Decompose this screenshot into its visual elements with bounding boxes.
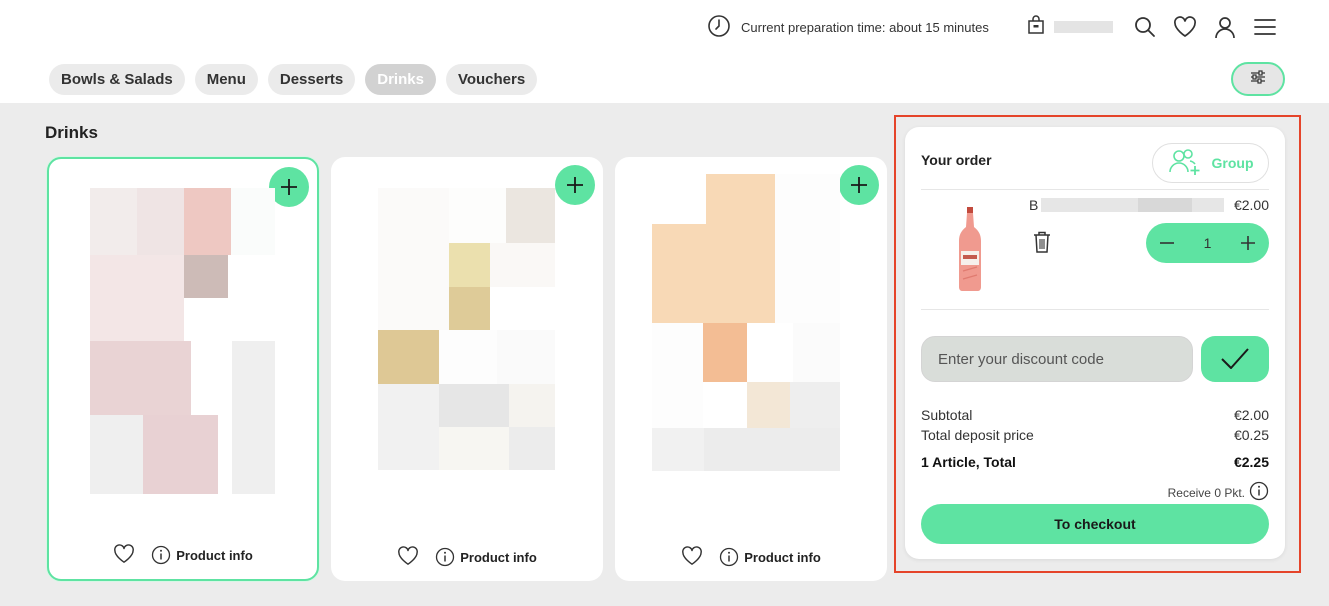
deposit-label: Total deposit price [921, 427, 1034, 443]
product-info-label: Product info [744, 549, 821, 565]
heart-icon[interactable] [1170, 12, 1200, 42]
trash-icon[interactable] [1033, 231, 1051, 258]
preparation-time: Current preparation time: about 15 minut… [707, 14, 989, 41]
shopping-bag-icon [1027, 14, 1045, 40]
info-icon [436, 547, 455, 567]
add-to-cart-button[interactable] [555, 165, 595, 205]
apply-discount-button[interactable] [1201, 336, 1269, 382]
plus-icon [851, 177, 867, 193]
subtotal-label: Subtotal [921, 407, 973, 423]
plus-icon [567, 177, 583, 193]
total-label: 1 Article, Total [921, 454, 1016, 470]
mini-cart-total [1054, 21, 1113, 33]
divider [921, 189, 1269, 190]
item-name-redacted [1041, 198, 1225, 212]
divider [921, 309, 1269, 310]
user-icon[interactable] [1210, 12, 1240, 42]
points-label: Receive 0 Pkt. [1167, 485, 1245, 500]
product-info-link[interactable]: Product info [151, 545, 253, 565]
plus-icon[interactable] [1239, 234, 1257, 252]
product-card[interactable]: Product info [615, 157, 887, 581]
sliders-icon [1250, 69, 1266, 89]
tab-bowls-salads[interactable]: Bowls & Salads [49, 64, 185, 95]
loyalty-points: Receive 0 Pkt. [1168, 481, 1269, 504]
add-group-icon [1168, 148, 1202, 179]
total-value: €2.25 [1233, 454, 1269, 470]
group-label: Group [1211, 155, 1254, 171]
card-footer: Product info [615, 545, 887, 569]
add-to-cart-button[interactable] [269, 167, 309, 207]
top-bar: Current preparation time: about 15 minut… [0, 0, 1329, 103]
order-title: Your order [921, 152, 992, 168]
info-icon[interactable] [1249, 481, 1269, 504]
favorite-heart-icon[interactable] [397, 545, 419, 569]
menu-icon[interactable] [1250, 12, 1280, 42]
deposit-value: €0.25 [1233, 427, 1269, 443]
card-footer: Product info [49, 543, 317, 567]
product-card[interactable]: Product info [331, 157, 603, 581]
group-order-button[interactable]: Group [1152, 143, 1269, 183]
checkmark-icon [1221, 348, 1249, 369]
subtotal-row: Subtotal €2.00 [921, 407, 1269, 423]
filter-button[interactable] [1231, 62, 1285, 96]
subtotal-value: €2.00 [1233, 407, 1269, 423]
product-info-link[interactable]: Product info [719, 547, 821, 567]
product-info-link[interactable]: Product info [435, 547, 537, 567]
minus-icon[interactable] [1158, 234, 1176, 252]
order-item-price: €2.00 [1233, 197, 1269, 213]
deposit-row: Total deposit price €0.25 [921, 427, 1269, 443]
plus-icon [281, 179, 297, 195]
checkout-button[interactable]: To checkout [921, 504, 1269, 544]
tab-vouchers[interactable]: Vouchers [445, 64, 538, 95]
section-title: Drinks [45, 123, 98, 142]
tab-desserts[interactable]: Desserts [267, 64, 356, 95]
category-tabs: Bowls & Salads Menu Desserts Drinks Vouc… [49, 64, 538, 95]
order-panel: Your order Group B €2.00 1 Enter your di… [905, 127, 1285, 559]
product-card[interactable]: Product info [47, 157, 319, 581]
clock-icon [707, 14, 731, 41]
discount-code-input[interactable] [921, 336, 1193, 382]
preparation-time-text: Current preparation time: about 15 minut… [741, 19, 989, 35]
card-footer: Product info [331, 545, 603, 569]
product-info-label: Product info [176, 547, 253, 563]
product-info-label: Product info [460, 549, 537, 565]
favorite-heart-icon[interactable] [113, 543, 135, 567]
total-row: 1 Article, Total €2.25 [921, 454, 1269, 470]
order-item-name: B [1029, 197, 1225, 213]
content-area: Drinks Product info Product info Product… [0, 103, 1329, 606]
mini-cart[interactable] [1027, 14, 1113, 40]
quantity-value: 1 [1203, 235, 1212, 251]
info-icon [720, 547, 739, 567]
tab-drinks[interactable]: Drinks [365, 64, 436, 95]
info-icon [152, 545, 171, 565]
search-icon[interactable] [1130, 12, 1160, 42]
add-to-cart-button[interactable] [839, 165, 879, 205]
tab-menu[interactable]: Menu [194, 64, 258, 95]
quantity-stepper: 1 [1146, 223, 1269, 263]
favorite-heart-icon[interactable] [681, 545, 703, 569]
bottle-image [957, 207, 983, 296]
